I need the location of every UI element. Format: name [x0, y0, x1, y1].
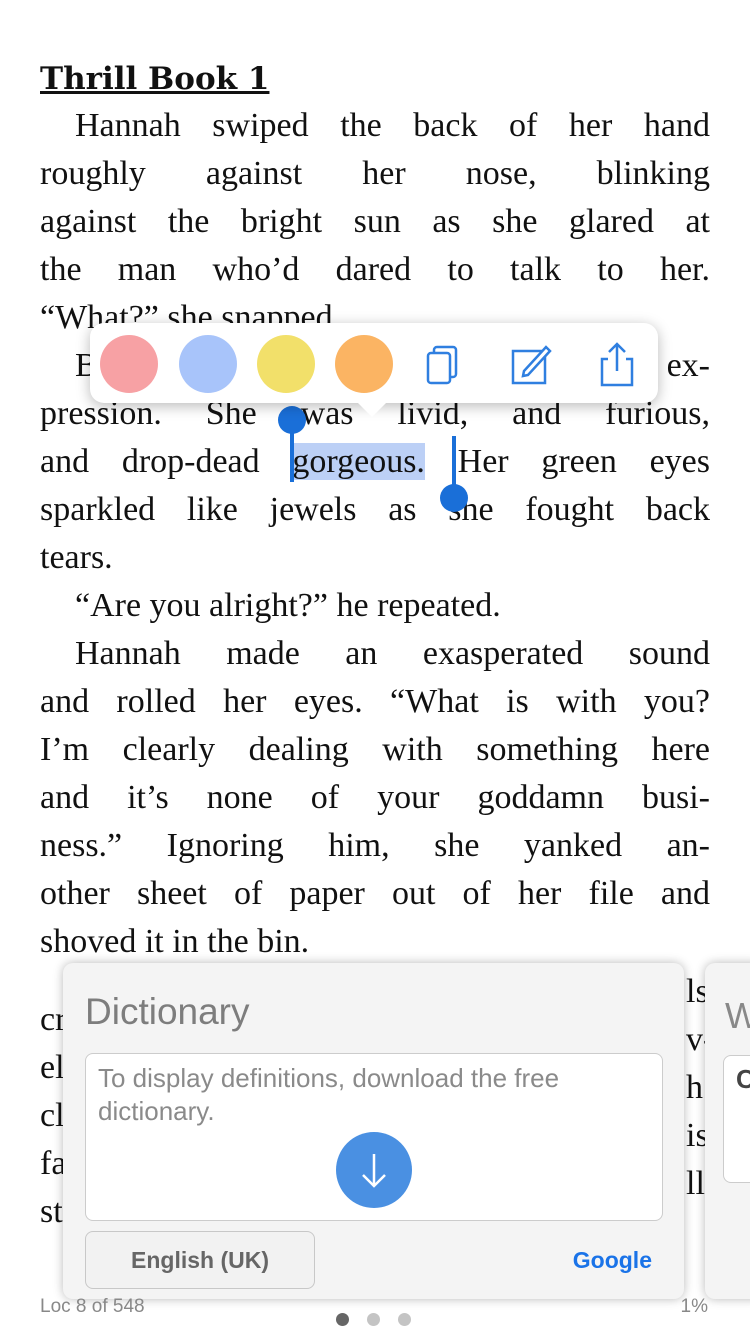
text-line: I’m clearly dealing with something here: [40, 731, 710, 768]
selection-end-handle[interactable]: [440, 484, 468, 512]
download-message: To display definitions, download the fre…: [98, 1063, 560, 1126]
next-lookup-card[interactable]: W C: [705, 963, 750, 1299]
text-line: the man who’d dared to talk to her.: [40, 251, 710, 288]
download-arrow-icon: [362, 1154, 386, 1188]
text-line: tears.: [40, 539, 113, 576]
text-line: and rolled her eyes. “What is with you?: [40, 683, 710, 720]
text-line: shoved it in the bin.: [40, 923, 310, 960]
text-line: roughly against her nose, blinking: [40, 155, 710, 192]
next-card-box-text: C: [736, 1064, 750, 1094]
highlight-blue-button[interactable]: [179, 335, 237, 393]
page-dot-3[interactable]: [398, 1313, 411, 1326]
chapter-title: Thrill Book 1: [40, 61, 270, 97]
location-indicator: Loc 8 of 548: [40, 1296, 145, 1317]
copy-icon[interactable]: [422, 341, 468, 387]
text-line: other sheet of paper out of her file and: [40, 875, 710, 912]
paragraph-3: “Are you alright?” he repeated.: [75, 587, 501, 624]
page-dot-2[interactable]: [367, 1313, 380, 1326]
text-line: Hannah swiped the back of her hand: [75, 107, 710, 144]
download-button[interactable]: [336, 1132, 412, 1208]
text-line: and drop-dead gorgeous. Her green eyes: [40, 438, 710, 486]
text-line: against the bright sun as she glared at: [40, 203, 710, 240]
progress-percent: 1%: [680, 1296, 708, 1317]
text-line: ness.” Ignoring him, she yanked an-: [40, 827, 710, 864]
language-button[interactable]: English (UK): [85, 1231, 315, 1289]
paragraph-4: Hannah made an exasperated sound and rol…: [40, 630, 710, 966]
page-dots: [336, 1311, 429, 1330]
dictionary-card: Dictionary To display definitions, downl…: [63, 963, 684, 1299]
text-line: and it’s none of your goddamn busi-: [40, 779, 710, 816]
highlight-pink-button[interactable]: [100, 335, 158, 393]
note-icon[interactable]: [508, 341, 554, 387]
page-dot-1[interactable]: [336, 1313, 349, 1326]
selection-start-handle[interactable]: [278, 406, 306, 434]
selected-word[interactable]: gorgeous.: [292, 443, 425, 480]
definition-box: To display definitions, download the fre…: [85, 1053, 663, 1221]
share-icon[interactable]: [594, 341, 640, 387]
highlight-orange-button[interactable]: [335, 335, 393, 393]
highlight-menu: [90, 323, 658, 417]
next-card-title: W: [725, 995, 750, 1036]
text-line: sparkled like jewels as she fought back: [40, 491, 710, 528]
book-page: Thrill Book 1 Hannah swiped the back of …: [40, 56, 710, 966]
google-link[interactable]: Google: [573, 1247, 652, 1274]
text-fragment: ex-: [666, 347, 710, 384]
highlight-yellow-button[interactable]: [257, 335, 315, 393]
text-fragment: Her green eyes: [424, 443, 710, 480]
next-card-box: C: [723, 1055, 750, 1183]
dictionary-title: Dictionary: [85, 991, 250, 1032]
text-fragment: and drop-dead: [40, 443, 293, 480]
text-line: Hannah made an exasperated sound: [75, 635, 710, 672]
paragraph-1: Hannah swiped the back of her hand rough…: [40, 102, 710, 342]
